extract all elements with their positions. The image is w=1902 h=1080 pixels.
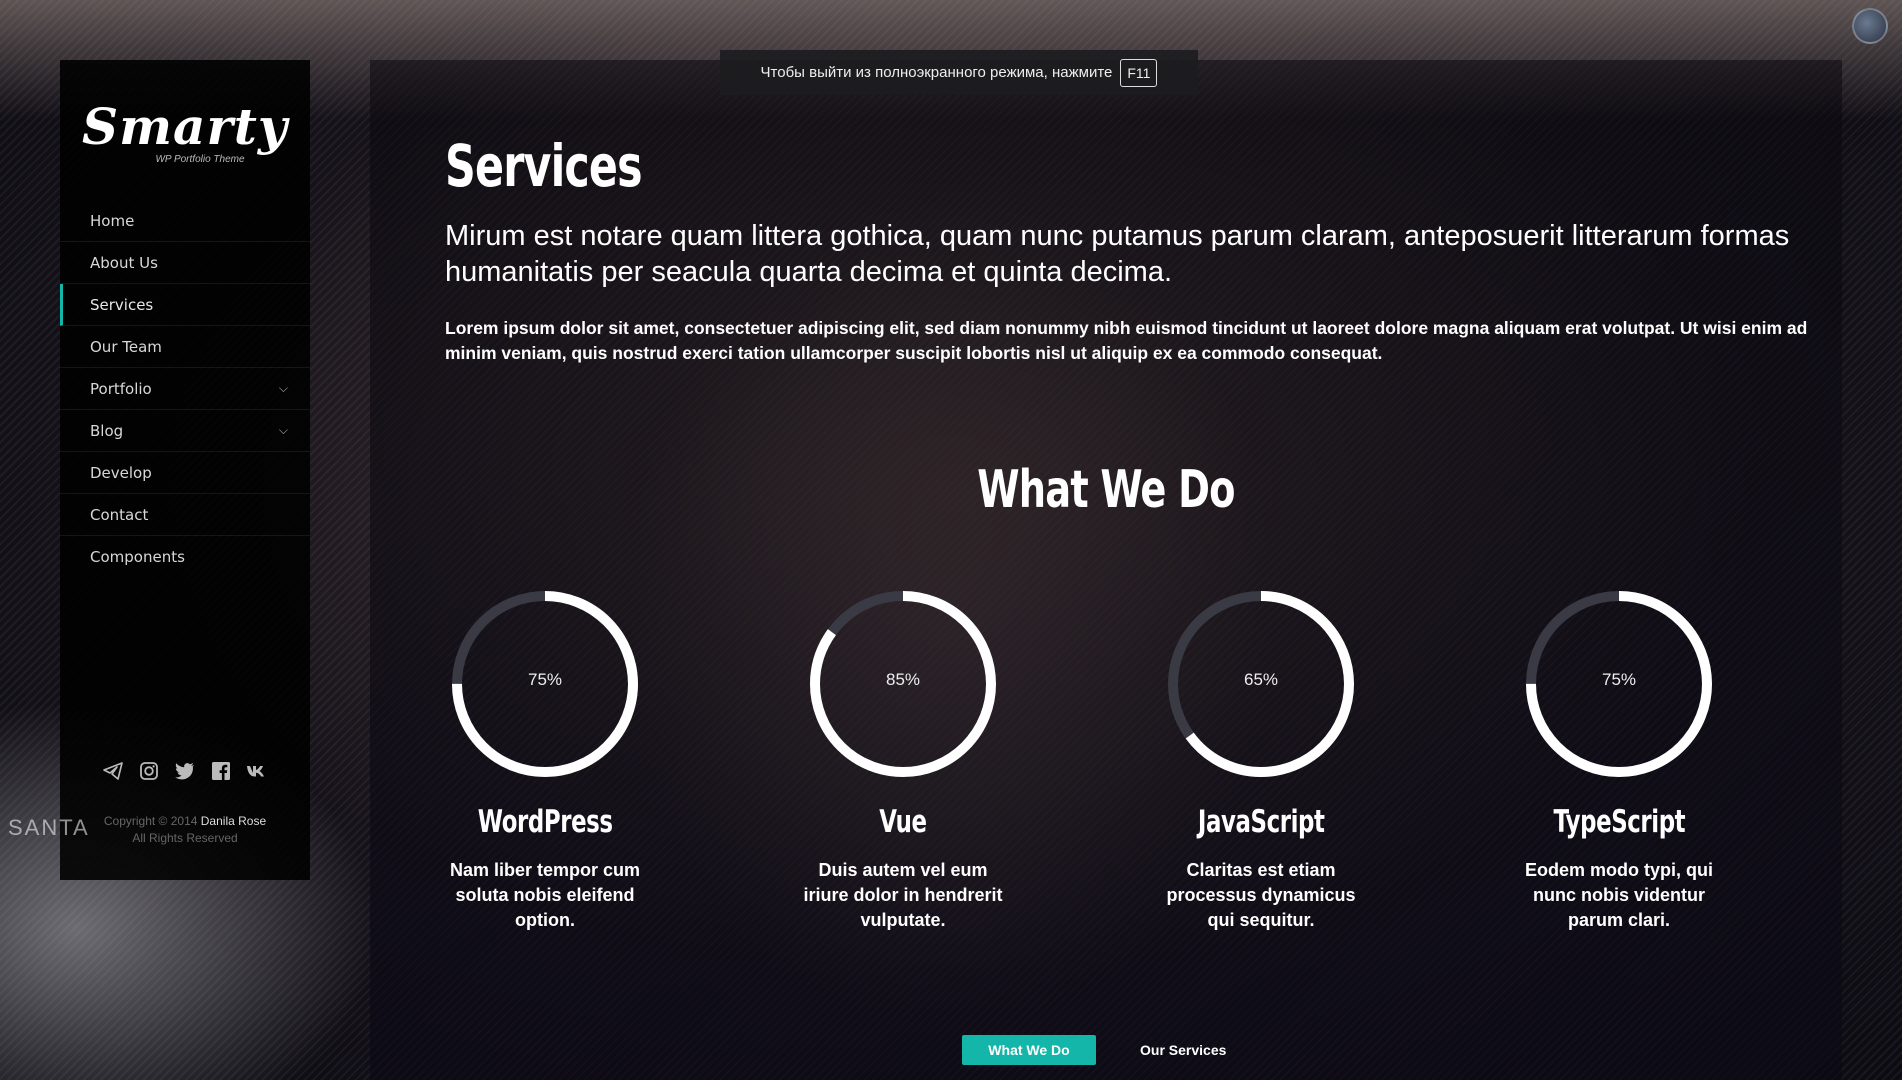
skill-description: Duis autem vel eum iriure dolor in hendr… xyxy=(803,860,1003,930)
sidebar: Smarty WP Portfolio Theme Home About Us … xyxy=(60,60,310,880)
copyright-author-link[interactable]: Danila Rose xyxy=(201,814,266,828)
page-title: Services xyxy=(445,132,643,200)
fullscreen-notice-text: Чтобы выйти из полноэкранного режима, на… xyxy=(760,64,1113,81)
copyright: Copyright © 2014 Danila Rose All Rights … xyxy=(60,813,310,847)
nav-item-about-us[interactable]: About Us xyxy=(60,242,310,284)
vk-icon[interactable] xyxy=(246,760,268,782)
skill-card: 75% TypeScript Eodem modo typi, qui nunc… xyxy=(1519,584,1719,933)
skills-grid: 75% WordPress Nam liber tempor cum solut… xyxy=(445,584,1815,984)
logo-subtitle: WP Portfolio Theme xyxy=(155,153,245,165)
nav-item-develop[interactable]: Develop xyxy=(60,452,310,494)
progress-percent-label: 85% xyxy=(885,670,921,689)
nav-item-label: Services xyxy=(90,295,154,314)
nav-item-contact[interactable]: Contact xyxy=(60,494,310,536)
fullscreen-notice: Чтобы выйти из полноэкранного режима, на… xyxy=(720,50,1198,95)
nav-item-label: Home xyxy=(90,211,135,230)
facebook-icon[interactable] xyxy=(210,760,232,782)
lead-paragraph: Mirum est notare quam littera gothica, q… xyxy=(445,220,1790,288)
skill-name-text: JavaScript xyxy=(1197,804,1325,840)
nav-item-label: Components xyxy=(90,548,185,566)
copyright-prefix: Copyright © 2014 xyxy=(103,814,198,828)
progress-percent-label: 75% xyxy=(1601,670,1637,689)
main-content: Services Mirum est notare quam littera g… xyxy=(370,60,1842,1080)
nav-item-label: About Us xyxy=(90,253,158,272)
section-tabs: What We Do Our Services xyxy=(962,1035,1252,1065)
skill-description: Eodem modo typi, qui nunc nobis videntur… xyxy=(1525,860,1713,930)
nav-item-blog[interactable]: Blog ⌵ xyxy=(60,410,310,452)
nav-item-label: Portfolio xyxy=(90,379,152,398)
skill-card: 65% JavaScript Claritas est etiam proces… xyxy=(1161,584,1361,933)
social-links xyxy=(60,760,310,782)
logo-wordmark: Smarty xyxy=(82,96,288,156)
skill-name-text: WordPress xyxy=(477,804,613,840)
chevron-down-icon[interactable]: ⌵ xyxy=(279,381,288,396)
skill-name: Vue xyxy=(803,804,1003,840)
watermark-text: SANTA xyxy=(8,815,90,840)
chevron-down-icon[interactable]: ⌵ xyxy=(279,423,288,438)
skill-name: TypeScript xyxy=(1519,804,1719,840)
copyright-rights: All Rights Reserved xyxy=(132,831,238,845)
body-paragraph: Lorem ipsum dolor sit amet, consectetuer… xyxy=(445,318,1808,363)
skill-name: WordPress xyxy=(445,804,645,840)
progress-percent-label: 75% xyxy=(527,670,563,689)
nav-item-label: Our Team xyxy=(90,337,162,356)
nav-item-our-team[interactable]: Our Team xyxy=(60,326,310,368)
skill-description: Claritas est etiam processus dynamicus q… xyxy=(1166,860,1356,930)
nav-item-label: Blog xyxy=(90,421,124,440)
skill-description: Nam liber tempor cum soluta nobis eleife… xyxy=(449,860,641,930)
nav-item-label: Contact xyxy=(90,505,149,524)
progress-percent-label: 65% xyxy=(1243,670,1279,689)
nav-item-label: Develop xyxy=(90,463,152,482)
nav-item-home[interactable]: Home xyxy=(60,200,310,242)
section-title: What We Do xyxy=(370,460,1842,520)
telegram-icon[interactable] xyxy=(102,760,124,782)
twitter-icon[interactable] xyxy=(174,760,196,782)
nav-item-components[interactable]: Components xyxy=(60,536,310,578)
avatar[interactable] xyxy=(1852,8,1888,44)
skill-card: 85% Vue Duis autem vel eum iriure dolor … xyxy=(803,584,1003,933)
logo[interactable]: Smarty WP Portfolio Theme xyxy=(60,60,310,200)
section-title-text: What We Do xyxy=(977,460,1235,520)
skill-name-text: Vue xyxy=(879,804,927,840)
skill-name-text: TypeScript xyxy=(1553,804,1685,840)
nav-item-services[interactable]: Services xyxy=(60,284,310,326)
fullscreen-key-badge: F11 xyxy=(1120,58,1158,87)
nav-item-portfolio[interactable]: Portfolio ⌵ xyxy=(60,368,310,410)
skill-name: JavaScript xyxy=(1161,804,1361,840)
tab-our-services[interactable]: Our Services xyxy=(1114,1035,1252,1065)
instagram-icon[interactable] xyxy=(138,760,160,782)
main-nav: Home About Us Services Our Team Portfoli… xyxy=(60,200,310,578)
tab-what-we-do[interactable]: What We Do xyxy=(962,1035,1096,1065)
skill-card: 75% WordPress Nam liber tempor cum solut… xyxy=(445,584,645,933)
